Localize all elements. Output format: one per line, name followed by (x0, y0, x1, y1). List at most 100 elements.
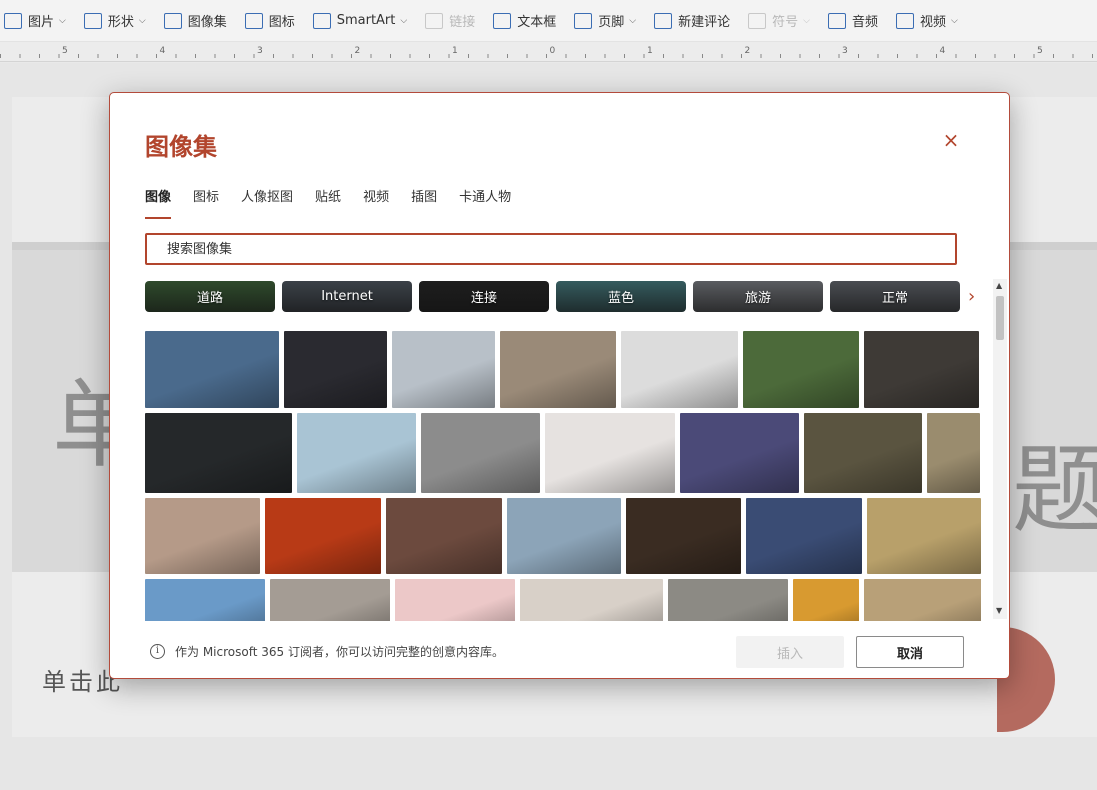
tab-4[interactable]: 视频 (363, 186, 389, 219)
concert-crowd-photo[interactable] (680, 413, 799, 493)
olive-branch-photo[interactable] (867, 498, 981, 574)
golden-gate-photo[interactable] (145, 579, 265, 621)
chevron-down-icon[interactable]: ⌵ (629, 16, 636, 26)
video-icon (895, 12, 914, 29)
tab-2[interactable]: 人像抠图 (241, 186, 293, 219)
ribbon-picture-button[interactable]: 图片 ⌵ (4, 6, 66, 36)
subscriber-info-text: 作为 Microsoft 365 订阅者，你可以访问完整的创意内容库。 (175, 645, 504, 659)
gallery-row (145, 579, 981, 621)
shapes-icon (83, 12, 102, 29)
search-box[interactable] (145, 233, 957, 265)
gallery-scrollbar[interactable]: ▲ ▼ (993, 279, 1007, 619)
honey-photo[interactable] (793, 579, 859, 621)
surreal-monument-photo[interactable] (392, 331, 495, 408)
chevron-down-icon[interactable]: ⌵ (951, 16, 958, 26)
ribbon-image-set-button[interactable]: 图像集 (163, 6, 227, 36)
icons-icon (244, 12, 263, 29)
ribbon-comment-button[interactable]: 新建评论 (654, 6, 730, 36)
ribbon-textbox-button[interactable]: 文本框 (493, 6, 556, 36)
category-chips: 道路 Internet 连接 蓝色 旅游 正常 (145, 281, 967, 312)
wine-glasses-photo[interactable] (804, 413, 922, 493)
businesswoman-photo[interactable] (500, 331, 616, 408)
hill-town-photo[interactable] (927, 413, 980, 493)
ribbon-audio-button[interactable]: 音频 (827, 6, 878, 36)
category-chip[interactable]: 道路 (145, 281, 275, 312)
comment-icon (654, 12, 673, 29)
boat-family-photo[interactable] (507, 498, 621, 574)
scroll-up-icon[interactable]: ▲ (996, 281, 1002, 290)
chevron-down-icon[interactable]: ⌵ (400, 16, 407, 26)
ribbon-smartart-button[interactable]: SmartArt ⌵ (312, 6, 407, 36)
basketball-player-photo[interactable] (626, 498, 741, 574)
textbox-icon (493, 12, 512, 29)
frozen-landscape-photo[interactable] (145, 331, 279, 408)
chevron-down-icon[interactable]: ⌵ (139, 16, 146, 26)
orange-smoke-photo[interactable] (265, 498, 381, 574)
plant-shop-photo[interactable] (743, 331, 859, 408)
ribbon-item-label: 图像集 (187, 15, 227, 30)
ribbon-link-button: 链接 (425, 6, 475, 36)
ruler-number: 0 (549, 46, 556, 56)
confetti-photo[interactable] (395, 579, 515, 621)
scrollbar-thumb[interactable] (996, 296, 1004, 340)
cancel-button[interactable]: 取消 (856, 636, 964, 668)
tab-3[interactable]: 贴纸 (315, 186, 341, 219)
ribbon-footer-button[interactable]: 页脚 ⌵ (574, 6, 636, 36)
search-input[interactable] (167, 235, 955, 263)
ribbon-video-button[interactable]: 视频 ⌵ (895, 6, 958, 36)
dialog-title: 图像集 (145, 133, 217, 161)
picture-icon (4, 12, 22, 29)
scroll-down-icon[interactable]: ▼ (996, 606, 1002, 615)
tab-6[interactable]: 卡通人物 (459, 186, 511, 219)
child-bed-photo[interactable] (520, 579, 663, 621)
category-chip[interactable]: 蓝色 (556, 281, 686, 312)
dark-swirl-photo[interactable] (145, 413, 292, 493)
category-chip[interactable]: 正常 (830, 281, 960, 312)
gallery-row (145, 498, 981, 574)
yellow-room-photo[interactable] (864, 579, 981, 621)
tab-5[interactable]: 插图 (411, 186, 437, 219)
omega-icon (748, 12, 767, 29)
city-couple-photo[interactable] (270, 579, 390, 621)
horizontal-ruler: 5 4 3 2 1 0 1 2 3 4 5 (0, 42, 1097, 62)
ruler-number: 5 (1037, 46, 1043, 56)
tab-1[interactable]: 图标 (193, 186, 219, 219)
chevron-down-icon[interactable]: ⌵ (59, 16, 66, 26)
ruler-number: 1 (647, 46, 653, 56)
chevron-right-icon[interactable]: › (968, 286, 975, 307)
insert-button[interactable]: 插入 (736, 636, 844, 668)
category-chip[interactable]: 旅游 (693, 281, 823, 312)
dialog-tabs: 图像 图标 人像抠图 贴纸 视频 插图 卡通人物 (145, 186, 533, 219)
ballet-dancers-photo[interactable] (284, 331, 387, 408)
ribbon-shapes-button[interactable]: 形状 ⌵ (83, 6, 146, 36)
beach-legs-photo[interactable] (297, 413, 416, 493)
lipsticks-photo[interactable] (545, 413, 675, 493)
ruler-number: 1 (452, 46, 458, 56)
blueberries-photo[interactable] (746, 498, 862, 574)
white-texture-photo[interactable] (621, 331, 738, 408)
category-chip[interactable]: 连接 (419, 281, 549, 312)
tab-0[interactable]: 图像 (145, 186, 172, 219)
barber-photo[interactable] (864, 331, 979, 408)
ribbon-item-label: 页脚 (598, 15, 625, 30)
wood-grain-photo[interactable] (668, 579, 788, 621)
ruler-number: 3 (257, 46, 263, 56)
chevron-down-icon[interactable]: ⌵ (803, 16, 810, 26)
ribbon-icons-button[interactable]: 图标 (244, 6, 295, 36)
close-icon[interactable]: × (942, 130, 960, 150)
ribbon-item-label: 视频 (919, 15, 946, 30)
gallery-row (145, 331, 981, 408)
image-gallery (145, 331, 981, 621)
category-chip[interactable]: Internet (282, 281, 412, 312)
ribbon-item-label: 新建评论 (678, 15, 731, 30)
ribbon-item-label: 文本框 (517, 15, 557, 30)
spiral-staircase-photo[interactable] (421, 413, 540, 493)
ribbon-item-label: 图片 (28, 15, 55, 30)
man-with-cat-photo[interactable] (145, 498, 260, 574)
ruler-number: 2 (744, 46, 751, 56)
bokeh-lights-photo[interactable] (386, 498, 502, 574)
gallery-row (145, 413, 981, 493)
ruler-number: 4 (939, 46, 946, 56)
ribbon-item-label: 链接 (449, 15, 476, 30)
footer-icon (574, 12, 593, 29)
